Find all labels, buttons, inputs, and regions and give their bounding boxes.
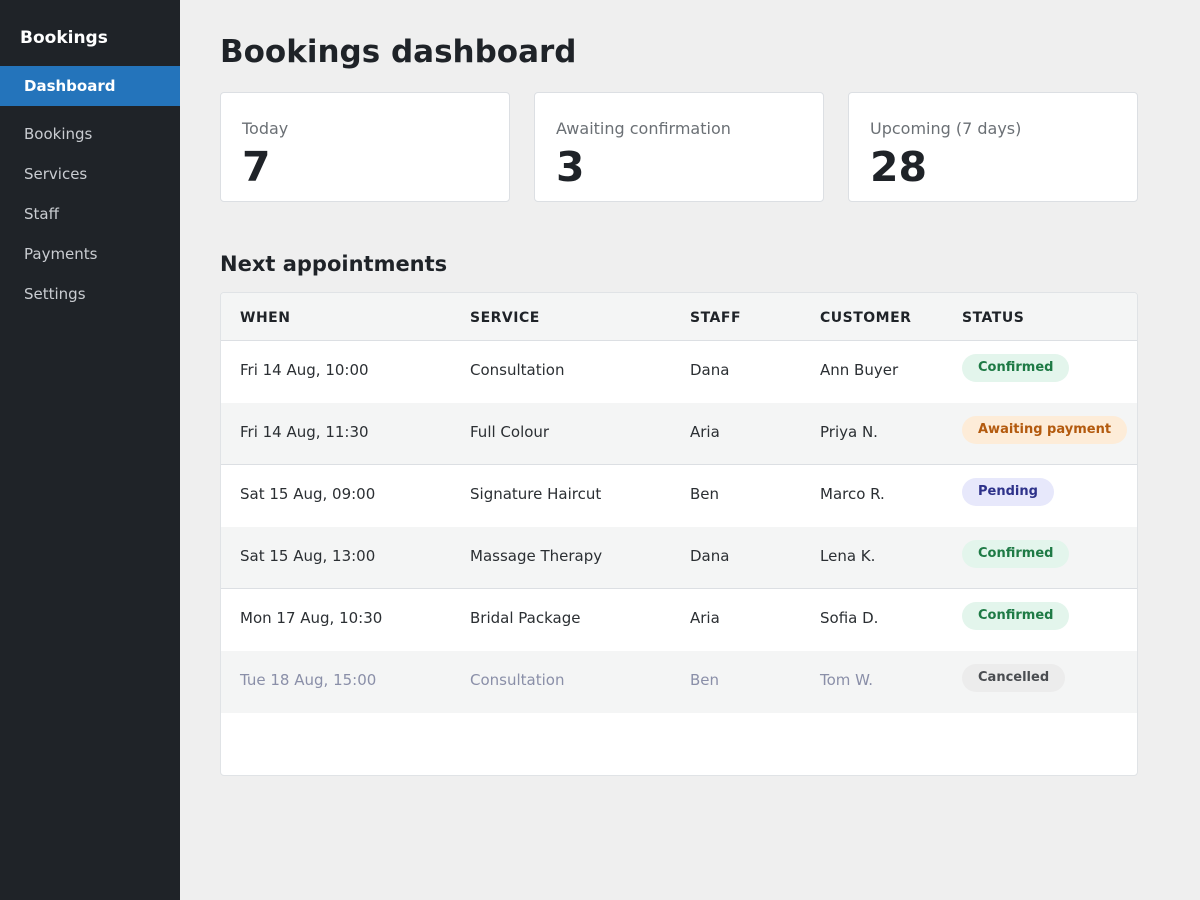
cell-service: Massage Therapy <box>470 547 603 565</box>
stat-value: 3 <box>556 143 585 191</box>
cell-customer: Tom W. <box>820 671 874 689</box>
stat-card-awaiting-confirmation: Awaiting confirmation 3 <box>534 92 824 202</box>
sidebar-item-settings[interactable]: Settings <box>0 274 180 314</box>
table-row[interactable]: Sat 15 Aug, 13:00 Massage Therapy Dana L… <box>221 527 1137 589</box>
cell-service: Bridal Package <box>470 609 581 627</box>
sidebar-item-dashboard[interactable]: Dashboard <box>0 66 180 106</box>
cell-when: Tue 18 Aug, 15:00 <box>240 671 377 689</box>
column-header-customer: CUSTOMER <box>820 310 912 326</box>
cell-service: Consultation <box>470 361 565 379</box>
page-title: Bookings dashboard <box>220 34 577 70</box>
cell-service: Signature Haircut <box>470 485 602 503</box>
cell-when: Mon 17 Aug, 10:30 <box>240 609 383 627</box>
column-header-when: WHEN <box>240 310 291 326</box>
status-badge: Confirmed <box>962 602 1070 630</box>
cell-staff: Ben <box>690 485 720 503</box>
cell-customer: Priya N. <box>820 423 878 441</box>
stat-label: Today <box>242 119 289 138</box>
main-content: Bookings dashboard Today 7 Awaiting conf… <box>180 0 1200 900</box>
sidebar-item-payments[interactable]: Payments <box>0 234 180 274</box>
status-badge: Cancelled <box>962 664 1066 692</box>
sidebar: Bookings Dashboard Bookings Services Sta… <box>0 0 180 900</box>
cell-customer: Ann Buyer <box>820 361 899 379</box>
section-title: Next appointments <box>220 252 448 276</box>
sidebar-item-staff[interactable]: Staff <box>0 194 180 234</box>
table-row[interactable]: Mon 17 Aug, 10:30 Bridal Package Aria So… <box>221 589 1137 651</box>
stat-value: 28 <box>870 143 928 191</box>
cell-customer: Lena K. <box>820 547 876 565</box>
cell-when: Fri 14 Aug, 10:00 <box>240 361 369 379</box>
column-header-service: SERVICE <box>470 310 540 326</box>
cell-when: Sat 15 Aug, 09:00 <box>240 485 376 503</box>
status-badge: Confirmed <box>962 540 1070 568</box>
cell-service: Full Colour <box>470 423 550 441</box>
status-badge: Awaiting payment <box>962 416 1128 444</box>
table-row[interactable]: Sat 15 Aug, 09:00 Signature Haircut Ben … <box>221 465 1137 527</box>
sidebar-item-bookings[interactable]: Bookings <box>0 114 180 154</box>
stat-value: 7 <box>242 143 271 191</box>
column-header-status: STATUS <box>962 310 1025 326</box>
cell-staff: Ben <box>690 671 720 689</box>
cell-staff: Aria <box>690 423 720 441</box>
stat-label: Awaiting confirmation <box>556 119 731 138</box>
stat-label: Upcoming (7 days) <box>870 119 1022 138</box>
cell-when: Sat 15 Aug, 13:00 <box>240 547 376 565</box>
column-header-staff: STAFF <box>690 310 742 326</box>
appointments-table: WHEN SERVICE STAFF CUSTOMER STATUS Fri 1… <box>220 292 1138 776</box>
table-header: WHEN SERVICE STAFF CUSTOMER STATUS <box>221 293 1137 341</box>
stat-card-today: Today 7 <box>220 92 510 202</box>
cell-customer: Marco R. <box>820 485 885 503</box>
cell-when: Fri 14 Aug, 11:30 <box>240 423 369 441</box>
table-row[interactable]: Fri 14 Aug, 10:00 Consultation Dana Ann … <box>221 341 1137 403</box>
cell-customer: Sofia D. <box>820 609 879 627</box>
cell-staff: Aria <box>690 609 720 627</box>
status-badge: Confirmed <box>962 354 1070 382</box>
table-row[interactable]: Fri 14 Aug, 11:30 Full Colour Aria Priya… <box>221 403 1137 465</box>
cell-staff: Dana <box>690 361 730 379</box>
sidebar-brand: Bookings <box>20 28 108 48</box>
status-badge: Pending <box>962 478 1054 506</box>
cell-service: Consultation <box>470 671 565 689</box>
stat-card-upcoming: Upcoming (7 days) 28 <box>848 92 1138 202</box>
cell-staff: Dana <box>690 547 730 565</box>
table-row[interactable]: Tue 18 Aug, 15:00 Consultation Ben Tom W… <box>221 651 1137 713</box>
sidebar-item-services[interactable]: Services <box>0 154 180 194</box>
